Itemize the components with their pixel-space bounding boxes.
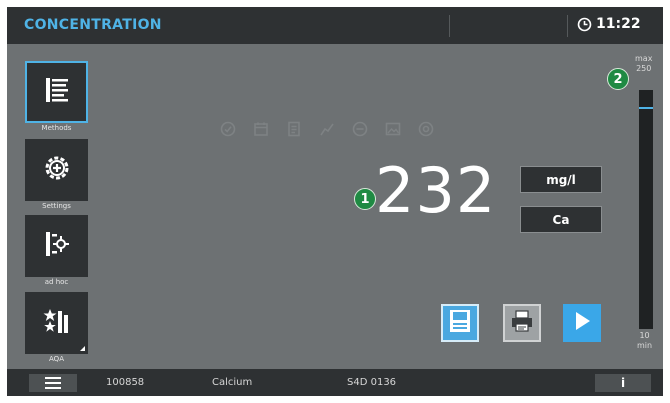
parameter-name: Calcium <box>212 377 253 388</box>
clock-time: 11:22 <box>596 16 641 32</box>
play-icon <box>573 311 591 335</box>
range-gauge <box>639 90 653 329</box>
gauge-min-value: 10 <box>639 331 650 340</box>
callout-badge-result: 1 <box>354 188 376 210</box>
minus-circle-icon <box>352 121 368 137</box>
sidebar-label-methods: Methods <box>41 124 72 132</box>
gauge-min-caption: min <box>637 341 653 350</box>
chart-icon <box>319 121 335 137</box>
aqa-stars-icon <box>42 306 72 340</box>
top-divider <box>449 15 450 37</box>
document-icon <box>286 121 302 137</box>
citation-form-button[interactable]: Ca <box>520 206 602 233</box>
clock-icon <box>577 17 592 32</box>
print-button[interactable] <box>503 304 541 342</box>
save-button[interactable] <box>441 304 479 342</box>
sidebar-item-settings[interactable] <box>25 139 88 201</box>
clock: 11:22 <box>577 16 641 32</box>
save-icon <box>449 309 471 337</box>
print-icon <box>510 310 534 336</box>
gauge-min-label: 10 min <box>637 331 652 351</box>
sidebar-label-settings: Settings <box>42 202 71 210</box>
range-gauge-level <box>639 107 653 109</box>
sidebar-label-aqa: AQA <box>49 355 64 363</box>
sidebar-item-aqa[interactable] <box>25 292 88 354</box>
methods-list-icon <box>42 75 72 109</box>
top-bar: CONCENTRATION 11:22 <box>7 7 663 44</box>
screen-title: CONCENTRATION <box>24 17 162 33</box>
target-icon <box>418 121 434 137</box>
gauge-max-value: 250 <box>636 64 652 73</box>
callout-badge-range: 2 <box>607 68 629 90</box>
info-button[interactable]: i <box>595 374 651 392</box>
instrument-id: S4D 0136 <box>347 377 397 388</box>
gauge-max-label: max 250 <box>635 54 652 74</box>
adhoc-target-icon <box>42 229 72 263</box>
status-bar: 100858 Calcium S4D 0136 i <box>7 369 663 396</box>
sidebar-item-adhoc[interactable] <box>25 215 88 277</box>
method-number: 100858 <box>106 377 145 388</box>
menu-button[interactable] <box>29 374 77 392</box>
gauge-max-caption: max <box>635 54 653 63</box>
unit-button[interactable]: mg/l <box>520 166 602 193</box>
menu-icon <box>45 374 61 393</box>
instrument-screen: CONCENTRATION 11:22 Methods Settings ad … <box>7 7 663 396</box>
check-icon <box>220 121 236 137</box>
disabled-toolbar <box>220 121 434 137</box>
result-value: 232 <box>375 154 497 227</box>
calendar-icon <box>253 121 269 137</box>
settings-gear-icon <box>42 153 72 187</box>
start-measurement-button[interactable] <box>563 304 601 342</box>
image-icon <box>385 121 401 137</box>
sidebar-label-adhoc: ad hoc <box>44 278 69 286</box>
sidebar-item-methods[interactable] <box>25 61 88 123</box>
top-divider-2 <box>567 15 568 37</box>
